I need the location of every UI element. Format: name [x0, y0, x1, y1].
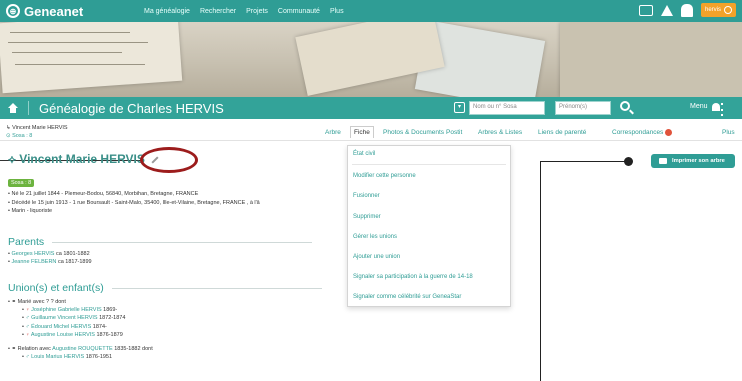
- breadcrumb: ↳ Vincent Marie HERVIS ⊙ Sosa : 8: [6, 124, 68, 140]
- nav-rechercher[interactable]: Rechercher: [200, 8, 236, 15]
- nav-ma-genealogie[interactable]: Ma généalogie: [144, 8, 190, 15]
- menu-item-geneastar[interactable]: Signaler comme célébrité sur GeneaStar: [353, 294, 461, 300]
- annotation-line-vertical: [540, 161, 541, 381]
- list-item: • Jeanne FELBERN ca 1817-1899: [8, 259, 92, 266]
- firstname-search-input[interactable]: Prénom(s): [555, 101, 611, 115]
- tab-plus[interactable]: Plus: [722, 129, 735, 136]
- unions-list: • ⚭ Marié avec ? ? dont • ♀ Joséphine Ga…: [8, 298, 153, 361]
- tab-fiche[interactable]: Fiche: [350, 126, 374, 138]
- union-item: • ⚭ Marié avec ? ? dont: [8, 299, 66, 305]
- tab-liens-parente[interactable]: Liens de parenté: [538, 129, 586, 136]
- bell-icon[interactable]: [660, 4, 673, 16]
- home-icon[interactable]: [8, 103, 18, 113]
- male-icon: ♂: [25, 354, 30, 361]
- search-icon[interactable]: [620, 101, 630, 111]
- sosa-search-input[interactable]: Nom ou n° Sosa: [469, 101, 545, 115]
- nav-plus[interactable]: Plus: [330, 8, 344, 15]
- menu-item-fusionner[interactable]: Fusionner: [353, 193, 380, 199]
- menu-item-modifier[interactable]: Modifier cette personne: [353, 173, 416, 179]
- annotation-line: [540, 161, 628, 162]
- child-item: • ♀ Joséphine Gabrielle HERVIS 1869-: [22, 307, 118, 314]
- fact-occupation: • Marin - liquoriste: [8, 208, 53, 214]
- menu-icon[interactable]: [712, 101, 723, 116]
- child-item: • ♂ Édouard Michel HERVIS 1874-: [22, 323, 107, 330]
- annotation-highlight-ring: [140, 147, 198, 173]
- logo-text: Geneanet: [24, 3, 84, 19]
- breadcrumb-person[interactable]: ↳ Vincent Marie HERVIS: [6, 124, 68, 132]
- child-item: • ♂ Guillaume Vincent HERVIS 1872-1874: [22, 315, 126, 322]
- male-icon: ♂: [25, 323, 30, 330]
- header-banner: [0, 22, 742, 97]
- tab-correspondances[interactable]: Correspondances: [612, 129, 673, 136]
- breadcrumb-sosa: ⊙ Sosa : 8: [6, 133, 33, 139]
- tab-arbres-listes[interactable]: Arbres & Listes: [478, 129, 522, 136]
- logo-icon: ⊕: [6, 4, 20, 18]
- mail-icon[interactable]: [638, 4, 653, 16]
- menu-item-etat-civil[interactable]: État civil: [353, 151, 375, 157]
- parents-heading: Parents: [8, 236, 313, 248]
- tab-postit[interactable]: Postit: [446, 129, 462, 136]
- tree-title: Généalogie de Charles HERVIS: [39, 100, 224, 116]
- tab-photos-documents[interactable]: Photos & Documents: [383, 129, 444, 136]
- tree-title-bar: Généalogie de Charles HERVIS ▾ Nom ou n°…: [0, 97, 742, 119]
- menu-item-supprimer[interactable]: Supprimer: [353, 214, 381, 220]
- union-item: • ⚭ Relation avec Augustine ROUQUETTE 18…: [8, 346, 153, 353]
- child-item: • ♂ Louis Marius HERVIS 1876-1951: [22, 354, 113, 361]
- annotation-dot: [624, 157, 633, 166]
- child-item: • ♀ Augustine Louise HERVIS 1876-1879: [22, 331, 123, 338]
- list-item: • Georges HERVIS ca 1801-1882: [8, 251, 90, 257]
- printer-icon: [659, 158, 667, 164]
- fact-death: • Décédé le 15 juin 1913 - 1 rue Boursau…: [8, 199, 260, 206]
- person-facts: • Né le 21 juillet 1844 - Plemeur-Bodou,…: [8, 190, 260, 216]
- menu-item-ajouter-union[interactable]: Ajouter une union: [353, 254, 400, 260]
- user-icon[interactable]: [680, 3, 693, 17]
- sosa-badge: Sosa : 8: [8, 179, 35, 187]
- print-tree-button[interactable]: Imprimer son arbre: [651, 154, 735, 168]
- male-icon: ♂: [25, 315, 30, 322]
- search-options-dropdown[interactable]: ▾: [454, 102, 465, 113]
- alert-icon: [665, 129, 673, 136]
- parents-list: • Georges HERVIS ca 1801-1882 • Jeanne F…: [8, 250, 92, 266]
- person-name: ⟡ Vincent Marie HERVIS: [8, 152, 159, 167]
- fiche-dropdown-menu: État civil Modifier cette personne Fusio…: [347, 145, 511, 307]
- top-bar: ⊕ Geneanet Ma généalogie Rechercher Proj…: [0, 0, 742, 22]
- female-icon: ♀: [25, 331, 30, 338]
- menu-item-guerre-14-18[interactable]: Signaler sa participation à la guerre de…: [353, 274, 473, 280]
- user-menu-button[interactable]: hervis: [700, 3, 736, 17]
- tab-arbre[interactable]: Arbre: [325, 129, 341, 136]
- account-icon: [724, 6, 732, 14]
- top-right-icons: hervis: [638, 3, 736, 17]
- top-nav: Ma généalogie Rechercher Projets Communa…: [144, 8, 344, 15]
- banner-photo: [560, 22, 742, 97]
- nav-projets[interactable]: Projets: [246, 8, 268, 15]
- user-name: hervis: [704, 7, 721, 13]
- geneanet-logo[interactable]: ⊕ Geneanet: [6, 4, 116, 19]
- unions-heading: Union(s) et enfant(s): [8, 282, 322, 294]
- female-icon: ♀: [25, 307, 30, 314]
- nav-communaute[interactable]: Communauté: [278, 8, 320, 15]
- menu-label[interactable]: Menu: [690, 103, 708, 110]
- menu-item-gerer-unions[interactable]: Gérer les unions: [353, 234, 397, 240]
- fact-birth: • Né le 21 juillet 1844 - Plemeur-Bodou,…: [8, 191, 199, 197]
